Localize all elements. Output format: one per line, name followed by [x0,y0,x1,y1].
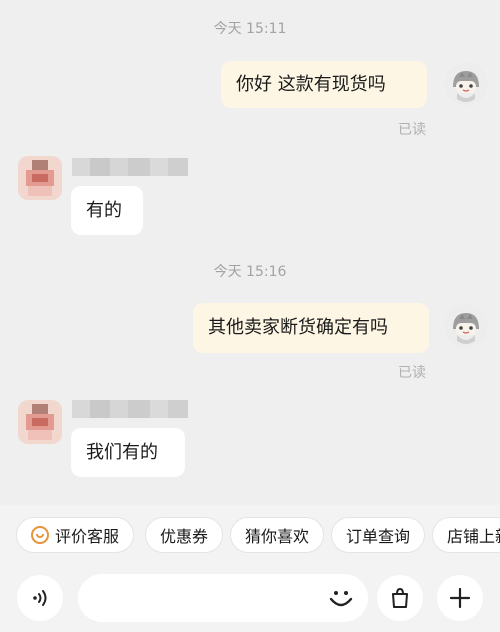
timestamp: 今天 15:16 [213,264,287,280]
coupons-chip[interactable]: 优惠券 [145,517,224,553]
smile-face-icon [329,591,353,607]
order-query-chip[interactable]: 订单查询 [331,517,426,553]
chip-label: 优惠券 [160,527,209,546]
message-text: 你好 这款有现货吗 [236,73,386,95]
shop-button[interactable] [377,575,423,621]
user-avatar[interactable] [445,305,487,347]
outgoing-message[interactable]: 你好 这款有现货吗 [221,61,427,108]
seller-avatar[interactable] [18,156,62,200]
pixelated-avatar-icon [18,156,62,200]
voice-wave-icon [33,590,47,606]
incoming-message[interactable]: 有的 [71,186,143,235]
robot-avatar-icon [445,63,487,105]
input-bar [0,565,500,632]
plus-icon [449,587,471,609]
smile-icon [31,526,49,544]
shopping-bag-icon [392,587,408,608]
incoming-message[interactable]: 我们有的 [71,428,185,477]
rate-service-chip[interactable]: 评价客服 [16,517,135,553]
seller-name-blurred [72,158,188,176]
message-text: 我们有的 [86,441,158,463]
pixelated-avatar-icon [18,400,62,444]
chip-label: 猜你喜欢 [245,527,310,546]
chat-area: 今天 15:11 你好 这款有现货吗 已读 有的 今天 15:16 其他卖家断货… [0,0,500,505]
chip-label: 店铺上新 [447,527,500,546]
robot-avatar-icon [445,305,487,347]
outgoing-message[interactable]: 其他卖家断货确定有吗 [193,303,429,353]
message-text: 有的 [86,199,122,221]
message-input[interactable] [78,574,368,622]
shop-new-chip[interactable]: 店铺上新 [432,517,500,553]
message-text: 其他卖家断货确定有吗 [208,317,388,338]
read-status: 已读 [398,122,426,138]
voice-button[interactable] [17,575,63,621]
read-status: 已读 [398,365,426,381]
timestamp: 今天 15:11 [213,21,287,37]
emoji-button[interactable] [326,583,356,613]
quick-actions-bar: 评价客服 优惠券 猜你喜欢 订单查询 店铺上新 [0,505,500,565]
more-button[interactable] [437,575,483,621]
seller-avatar[interactable] [18,400,62,444]
chip-label: 订单查询 [346,527,411,546]
guess-you-like-chip[interactable]: 猜你喜欢 [230,517,325,553]
user-avatar[interactable] [445,63,487,105]
chip-label: 评价客服 [55,527,120,546]
seller-name-blurred [72,400,188,418]
